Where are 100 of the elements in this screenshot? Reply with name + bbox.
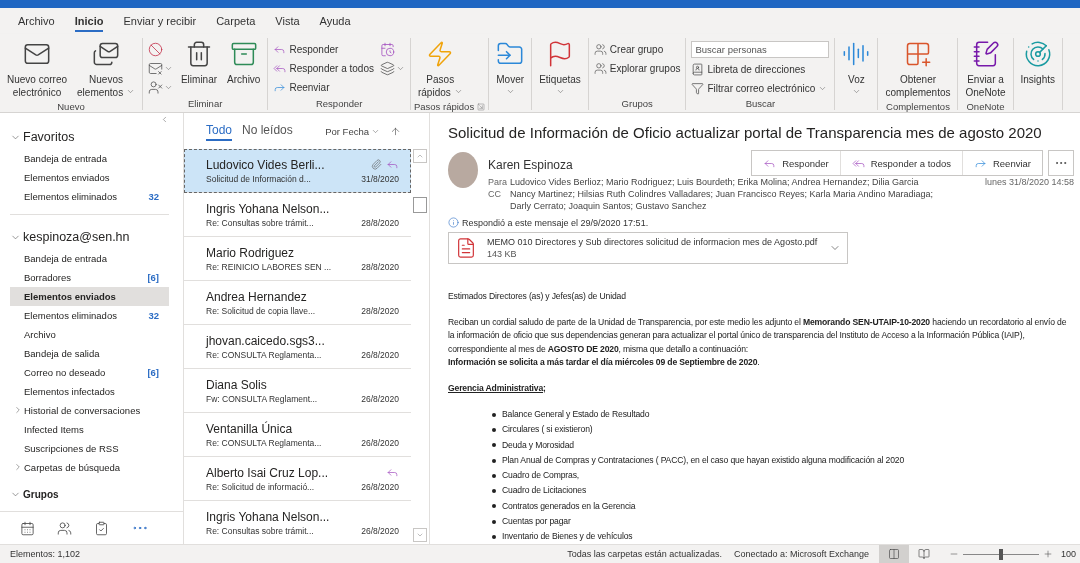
message-date: 28/8/2020 [361, 261, 399, 272]
ribbon-button[interactable]: Enviar a OneNote [961, 38, 1010, 101]
chevron-right-icon[interactable] [13, 405, 23, 415]
folder-item[interactable]: Suscripciones de RSS [10, 439, 169, 458]
ribbon-button[interactable]: Crear grupo [591, 40, 683, 58]
group-label: Complementos [886, 101, 950, 112]
ribbon-button[interactable]: Insights [1016, 38, 1059, 89]
menu-tab[interactable]: Vista [275, 10, 300, 32]
filter-tab[interactable]: No leídos [242, 121, 293, 141]
menu-tab[interactable]: Inicio [74, 10, 104, 32]
reply-info: Respondió a este mensaje el 29/9/2020 17:51. [462, 217, 649, 228]
ribbon-button[interactable]: Filtrar correo electrónico [689, 79, 832, 97]
ribbon-button[interactable]: Nuevos elementos [73, 38, 139, 101]
menu-tab[interactable]: Carpeta [216, 10, 256, 32]
task-icon[interactable] [94, 520, 109, 536]
message-date: 26/8/2020 [361, 525, 399, 536]
bullet-dot [492, 427, 496, 432]
ribbon-button[interactable]: Mover [492, 38, 529, 98]
plus-icon[interactable] [1042, 549, 1053, 559]
filter-icon [691, 81, 705, 95]
people-icon[interactable] [57, 520, 72, 536]
folder-item[interactable]: Historial de conversaciones [10, 401, 169, 420]
section-title[interactable]: kespinoza@sen.hn [23, 230, 130, 244]
sort-arrow-icon[interactable] [390, 125, 401, 137]
folder-item[interactable]: Elementos eliminados 32 [10, 187, 169, 206]
folder-label: Suscripciones de RSS [24, 443, 120, 454]
section-title[interactable]: Grupos [23, 488, 59, 500]
ribbon-button[interactable]: Obtener complementos [881, 38, 955, 101]
scroll-down-button[interactable] [413, 528, 427, 542]
ribbon-button[interactable]: Eliminar [176, 38, 222, 89]
section-title[interactable]: Favoritos [23, 130, 75, 144]
folder-label: Correo no deseado [24, 367, 107, 378]
menu-tab[interactable]: Ayuda [319, 10, 351, 32]
address-book-icon [691, 62, 705, 76]
folder-item[interactable]: Elementos enviados [10, 168, 169, 187]
attachment-name: MEMO 010 Directores y Sub directores solicitud de informacion mes de Agosto.pdf [487, 237, 819, 247]
folder-item[interactable]: Infected Items [10, 420, 169, 439]
folder-label: Elementos enviados [24, 172, 111, 183]
folder-label: Borradores [24, 272, 72, 283]
circle-waves-icon [1023, 40, 1052, 68]
cc-label: CC [488, 188, 502, 200]
sort-button[interactable]: Por Fecha [325, 125, 380, 137]
folder-item[interactable]: Borradores [6] [10, 268, 169, 287]
group-label: Nuevo [57, 101, 85, 112]
folder-item[interactable]: Elementos enviados [10, 287, 169, 306]
attachment-size: 143 KB [487, 249, 518, 259]
collapse-icon[interactable] [160, 115, 169, 124]
list-item: Balance General y Estado de Resultado [502, 408, 650, 421]
folder-item[interactable]: Correo no deseado [6] [10, 363, 169, 382]
bullet-dot [492, 458, 496, 463]
folder-item[interactable]: Archivo [10, 325, 169, 344]
ribbon-button[interactable]: Responder [271, 40, 376, 58]
bullet-dot [492, 519, 496, 524]
body-paragraph: Estimados Directores (as) y Jefes(as) de Unidad [448, 290, 627, 303]
trash-icon [185, 40, 213, 68]
chevron-right-icon[interactable] [13, 462, 23, 472]
envelopes-icon [92, 40, 120, 68]
item-count: Elementos: 1,102 [10, 549, 81, 559]
ribbon-button[interactable]: Etiquetas [535, 38, 585, 98]
sender-name: Andrea Hernandez [206, 289, 308, 304]
info-icon [448, 217, 459, 228]
folder-item[interactable]: Elementos infectados [10, 382, 169, 401]
scroll-up-button[interactable] [413, 149, 427, 163]
ribbon-button[interactable]: Pasos rápidos [413, 38, 467, 101]
folder-item[interactable]: Bandeja de entrada [10, 249, 169, 268]
attachment-card[interactable]: MEMO 010 Directores y Sub directores solicitud de informacion mes de Agosto.pdf 143 KB [448, 232, 848, 264]
calendar-icon[interactable] [20, 520, 35, 536]
scroll-thumb[interactable] [413, 197, 427, 213]
section-heading: Gerencia Administrativa; [448, 381, 547, 395]
folder-label: Elementos infectados [24, 386, 116, 397]
ribbon-button[interactable]: Libreta de direcciones [689, 60, 832, 78]
folder-item[interactable]: Bandeja de salida [10, 344, 169, 363]
ribbon-button[interactable]: Responder a todos [271, 59, 376, 77]
sender-name: Diana Solis [206, 377, 268, 392]
view-button[interactable] [878, 545, 909, 563]
bullet-dot [492, 489, 496, 494]
folder-label: Infected Items [24, 424, 85, 435]
filter-tab[interactable]: Todo [206, 121, 233, 141]
ribbon-button[interactable]: Archivo [223, 38, 265, 89]
ribbon-button[interactable]: Voz [838, 38, 875, 98]
ribbon-button[interactable]: Reenviar [271, 78, 376, 96]
zoom-thumb[interactable] [998, 548, 1003, 560]
people-icon [593, 42, 607, 56]
message-item[interactable]: Ludovico Vides Berli... Solicitud de Información d... 31/8/2020 [184, 149, 411, 193]
folder-item[interactable]: Carpetas de búsqueda [10, 458, 169, 477]
message-subject: Re: Solicitud de informació... [206, 481, 316, 492]
folder-item[interactable]: Elementos eliminados 32 [10, 306, 169, 325]
sender-name: Ventanilla Única [206, 421, 294, 436]
message-subject: Re: Solicitud de copia llave... [206, 305, 317, 316]
pdf-file-icon [455, 237, 477, 259]
folder-item[interactable]: Bandeja de entrada [10, 149, 169, 168]
ribbon-button[interactable]: Explorar grupos [591, 59, 683, 77]
unread-count: [6] [147, 367, 160, 378]
more-button[interactable] [1048, 150, 1074, 176]
list-item: Cuadro de Licitaciones [502, 484, 587, 498]
menu-tab[interactable]: Archivo [18, 10, 55, 32]
search-people-field[interactable]: Buscar personas [691, 41, 830, 58]
menu-tab[interactable]: Enviar y recibir [123, 10, 197, 32]
dialog-launcher-icon[interactable] [477, 102, 486, 111]
ribbon-button[interactable]: Nuevo correo electrónico [3, 38, 72, 101]
